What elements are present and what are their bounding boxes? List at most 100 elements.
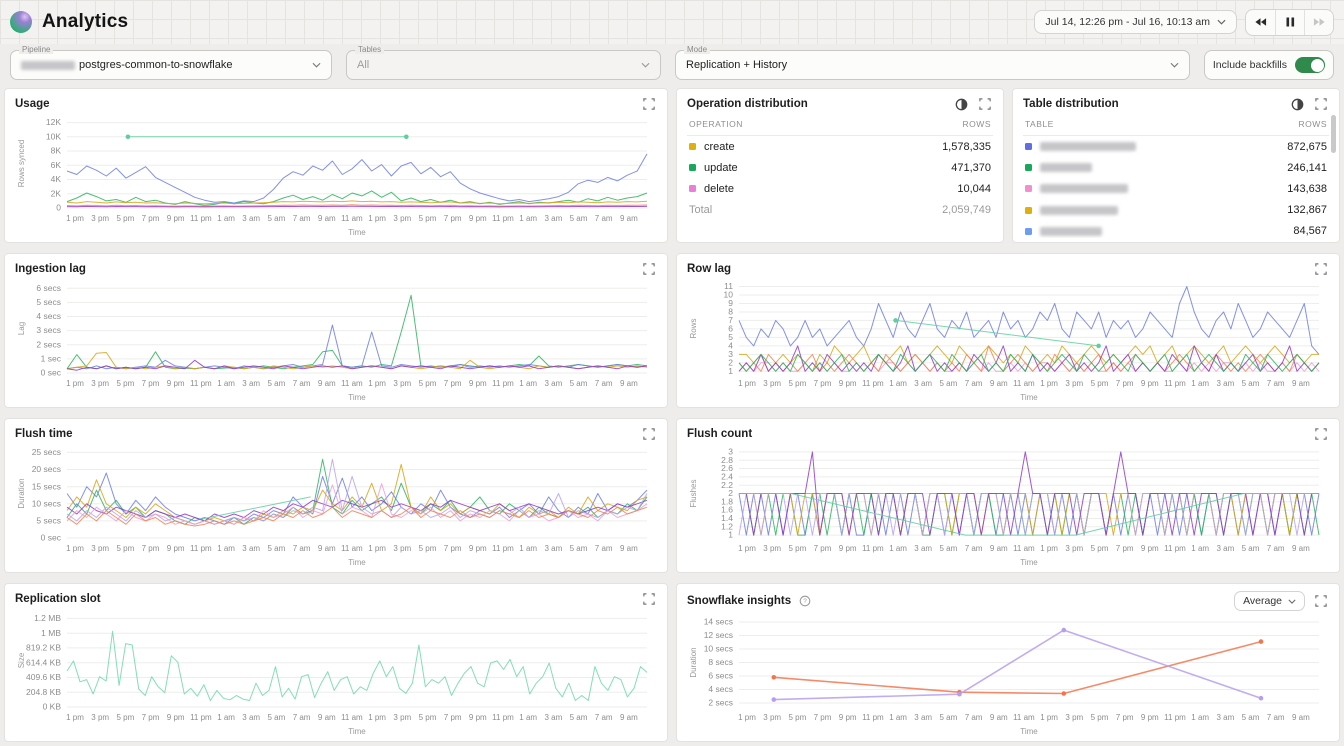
include-backfills-toggle[interactable]: Include backfills xyxy=(1204,50,1334,80)
svg-text:9 pm: 9 pm xyxy=(167,214,185,223)
help-icon[interactable]: ? xyxy=(799,595,811,607)
svg-text:11 am: 11 am xyxy=(341,544,363,553)
expand-button[interactable] xyxy=(641,261,657,277)
svg-text:?: ? xyxy=(803,598,807,605)
svg-text:4K: 4K xyxy=(51,174,62,184)
svg-text:11 pm: 11 pm xyxy=(190,214,212,223)
fast-forward-button[interactable] xyxy=(1304,10,1333,35)
expand-button[interactable] xyxy=(1313,426,1329,442)
expand-icon xyxy=(1315,263,1327,275)
pie-view-button[interactable] xyxy=(953,96,969,112)
replication-slot-panel: Replication slot 0 KB204.8 KB409.6 KB614… xyxy=(4,583,668,742)
svg-text:3 pm: 3 pm xyxy=(91,544,109,553)
chevron-down-icon xyxy=(1288,599,1296,604)
svg-text:9 am: 9 am xyxy=(990,544,1008,553)
expand-button[interactable] xyxy=(1313,261,1329,277)
pause-button[interactable] xyxy=(1275,10,1304,35)
tables-label: Tables xyxy=(355,45,384,54)
ingestion-lag-panel: Ingestion lag 0 sec1 sec2 secs3 secs4 se… xyxy=(4,253,668,408)
svg-text:1 am: 1 am xyxy=(519,713,537,722)
svg-text:1 pm: 1 pm xyxy=(1040,379,1058,388)
svg-text:7 pm: 7 pm xyxy=(142,544,160,553)
total-label: Total xyxy=(689,204,712,216)
ingestion-lag-title: Ingestion lag xyxy=(15,263,86,275)
svg-text:3 pm: 3 pm xyxy=(91,214,109,223)
svg-text:3 pm: 3 pm xyxy=(91,713,109,722)
svg-text:15 secs: 15 secs xyxy=(32,481,61,491)
svg-text:5 pm: 5 pm xyxy=(419,713,437,722)
svg-text:9 am: 9 am xyxy=(620,214,638,223)
svg-text:1 pm: 1 pm xyxy=(368,214,386,223)
operation-distribution-panel: Operation distribution OPERATIONROWScrea… xyxy=(676,88,1004,243)
mode-select[interactable]: Mode Replication + History xyxy=(675,50,1190,80)
svg-text:409.6 KB: 409.6 KB xyxy=(26,672,61,682)
redacted-table-name xyxy=(1040,142,1136,151)
table-distribution-title: Table distribution xyxy=(1023,98,1119,110)
row-value: 872,675 xyxy=(1287,141,1327,153)
tables-select[interactable]: Tables All xyxy=(346,50,661,80)
pie-view-button[interactable] xyxy=(1289,96,1305,112)
svg-text:9 am: 9 am xyxy=(1292,379,1310,388)
svg-text:12 secs: 12 secs xyxy=(704,630,733,640)
svg-text:3 pm: 3 pm xyxy=(91,379,109,388)
svg-text:10 secs: 10 secs xyxy=(32,498,61,508)
brand: Analytics xyxy=(10,11,128,33)
svg-text:1 am: 1 am xyxy=(889,379,907,388)
ingestion-lag-chart: 0 sec1 sec2 secs3 secs4 secs5 secs6 secs… xyxy=(15,277,657,403)
svg-text:1 pm: 1 pm xyxy=(1040,713,1058,722)
expand-button[interactable] xyxy=(641,426,657,442)
svg-text:5 pm: 5 pm xyxy=(1091,713,1109,722)
svg-text:7 pm: 7 pm xyxy=(1116,379,1134,388)
table-distribution-panel: Table distribution TABLEROWS872,675246,1… xyxy=(1012,88,1340,243)
svg-text:7 pm: 7 pm xyxy=(814,713,832,722)
expand-button[interactable] xyxy=(1313,96,1329,112)
svg-text:1 pm: 1 pm xyxy=(368,544,386,553)
svg-text:11 pm: 11 pm xyxy=(1164,544,1186,553)
aggregation-select[interactable]: Average xyxy=(1234,591,1305,611)
chevron-down-icon xyxy=(1217,19,1226,25)
svg-text:204.8 KB: 204.8 KB xyxy=(26,687,61,697)
date-range-button[interactable]: Jul 14, 12:26 pm - Jul 16, 10:13 am xyxy=(1034,10,1237,34)
svg-text:7 pm: 7 pm xyxy=(444,713,462,722)
svg-text:11: 11 xyxy=(724,281,733,291)
expand-icon xyxy=(643,263,655,275)
svg-text:9 am: 9 am xyxy=(1292,713,1310,722)
rewind-button[interactable] xyxy=(1246,10,1275,35)
svg-text:1 sec: 1 sec xyxy=(41,354,62,364)
flush-count-title: Flush count xyxy=(687,428,752,440)
row-label: create xyxy=(704,141,735,153)
svg-text:7 am: 7 am xyxy=(965,713,983,722)
svg-text:5 pm: 5 pm xyxy=(117,379,135,388)
svg-text:7 pm: 7 pm xyxy=(1116,713,1134,722)
svg-text:1 am: 1 am xyxy=(519,379,537,388)
svg-text:11 pm: 11 pm xyxy=(1164,713,1186,722)
svg-text:7 am: 7 am xyxy=(1267,544,1285,553)
svg-text:5 am: 5 am xyxy=(940,379,958,388)
svg-text:9 pm: 9 pm xyxy=(839,713,857,722)
svg-text:3 pm: 3 pm xyxy=(393,713,411,722)
pie-chart-icon xyxy=(955,98,968,111)
table-row: update471,370 xyxy=(687,157,993,178)
svg-text:12K: 12K xyxy=(46,117,61,127)
expand-button[interactable] xyxy=(641,96,657,112)
scrollbar[interactable] xyxy=(1331,115,1336,153)
svg-text:Time: Time xyxy=(1020,558,1038,567)
svg-text:7 am: 7 am xyxy=(1267,379,1285,388)
toggle-on-switch[interactable] xyxy=(1295,57,1325,73)
svg-text:5 am: 5 am xyxy=(940,713,958,722)
svg-text:10 secs: 10 secs xyxy=(704,644,733,654)
series-color-swatch xyxy=(1025,143,1032,150)
expand-button[interactable] xyxy=(977,96,993,112)
table-row: 132,867 xyxy=(1023,200,1329,221)
svg-text:8 secs: 8 secs xyxy=(708,657,733,667)
svg-text:6K: 6K xyxy=(51,160,62,170)
svg-text:11 am: 11 am xyxy=(341,713,363,722)
usage-title: Usage xyxy=(15,98,50,110)
pipeline-label: Pipeline xyxy=(19,45,53,54)
series-color-swatch xyxy=(1025,164,1032,171)
expand-icon xyxy=(643,428,655,440)
expand-button[interactable] xyxy=(641,591,657,607)
svg-text:5 am: 5 am xyxy=(1242,379,1260,388)
pipeline-select[interactable]: Pipeline postgres-common-to-snowflake xyxy=(10,50,332,80)
expand-button[interactable] xyxy=(1313,593,1329,609)
